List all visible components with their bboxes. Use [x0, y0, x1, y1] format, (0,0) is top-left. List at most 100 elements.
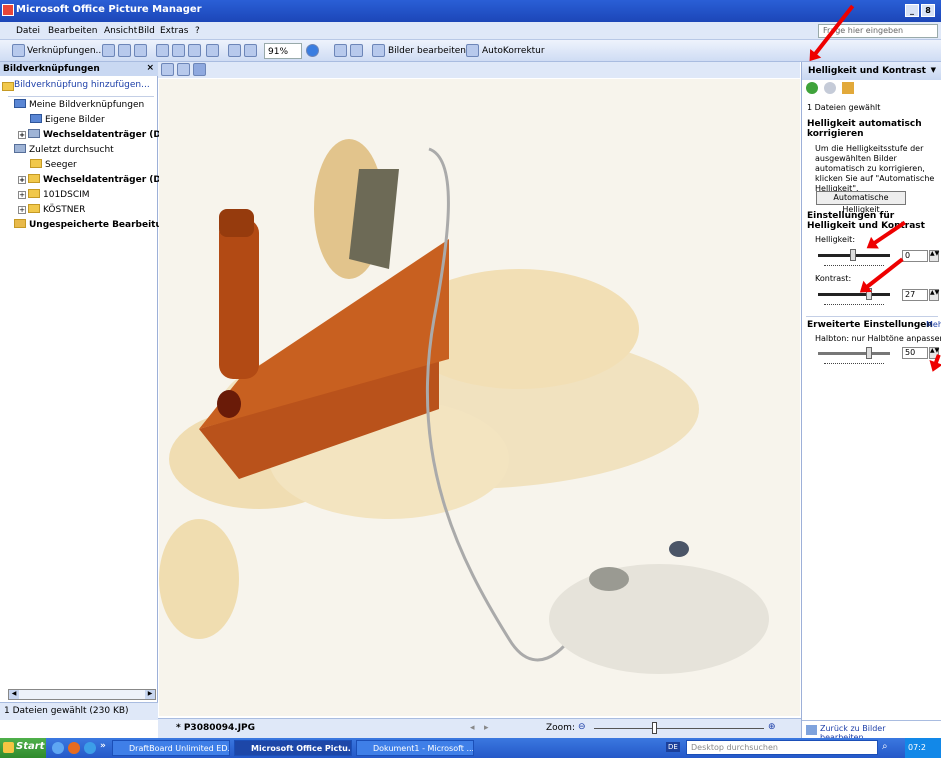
tree-label: Eigene Bilder: [45, 115, 105, 125]
selection-status: 1 Dateien gewählt (230 KB): [0, 702, 158, 720]
menu-bearbeiten[interactable]: Bearbeiten: [48, 26, 97, 36]
horizontal-scrollbar[interactable]: ◀ ▶: [8, 689, 156, 700]
pane-header: Helligkeit und Kontrast ▼: [802, 62, 941, 80]
viewer-status-bar: * P3080094.JPG ◂ ▸ Zoom: ⊖ ⊕: [158, 718, 802, 738]
cut-icon[interactable]: [156, 44, 169, 57]
zoom-slider[interactable]: [594, 722, 764, 734]
shortcuts-button[interactable]: Verknüpfungen...: [27, 43, 104, 59]
minimize-button[interactable]: _: [905, 4, 919, 17]
menu-help[interactable]: ?: [195, 26, 200, 36]
auto-brightness-button[interactable]: Automatische Helligkeit: [816, 191, 906, 214]
print-icon[interactable]: [118, 44, 131, 57]
add-shortcut-link[interactable]: Bildverknüpfung hinzufügen...: [0, 78, 158, 94]
pane-close-button[interactable]: ×: [146, 63, 154, 73]
mail-icon[interactable]: [134, 44, 147, 57]
menu-ansicht[interactable]: Ansicht: [104, 26, 137, 36]
menu-extras[interactable]: Extras: [160, 26, 188, 36]
brightness-input[interactable]: 0: [902, 250, 928, 262]
menu-bild[interactable]: Bild: [138, 26, 155, 36]
delete-icon[interactable]: [206, 44, 219, 57]
brightness-ticks: [824, 265, 884, 267]
search-icon[interactable]: ⌕: [882, 741, 888, 752]
task-picture-manager[interactable]: Microsoft Office Pictu...: [234, 740, 352, 756]
task-word[interactable]: Dokument1 - Microsoft ...: [356, 740, 474, 756]
redo-icon[interactable]: [244, 44, 257, 57]
auto-brightness-description: Um die Helligkeitsstufe der ausgewählten…: [815, 144, 935, 193]
save-icon[interactable]: [102, 44, 115, 57]
midtone-thumb[interactable]: [866, 347, 872, 359]
hand-plane-photo: [159, 79, 800, 716]
tree-item-seeger[interactable]: Seeger: [30, 159, 77, 170]
paste-icon[interactable]: [188, 44, 201, 57]
ie-icon[interactable]: [84, 742, 96, 754]
pane-nav: [806, 82, 866, 94]
expand-icon[interactable]: +: [18, 191, 26, 199]
scroll-left-icon[interactable]: ◀: [9, 690, 19, 699]
midtone-ticks: [824, 363, 884, 365]
rotate-right-icon[interactable]: [350, 44, 363, 57]
menu-datei[interactable]: Datei: [16, 26, 40, 36]
contrast-slider[interactable]: [818, 293, 890, 296]
start-button[interactable]: Start: [0, 738, 46, 758]
back-icon[interactable]: [806, 82, 818, 94]
zoom-select[interactable]: 91%: [264, 43, 302, 59]
task-draftboard[interactable]: DraftBoard Unlimited ED...: [112, 740, 230, 756]
tree-item-koestner[interactable]: + KÖSTNER: [18, 204, 85, 215]
zoom-out-icon[interactable]: ⊖: [578, 722, 586, 732]
tree-item-eigene-bilder[interactable]: Eigene Bilder: [30, 114, 105, 125]
scroll-right-icon[interactable]: ▶: [145, 690, 155, 699]
filmstrip-view-icon[interactable]: [177, 63, 190, 76]
home-icon[interactable]: [842, 82, 854, 94]
copy-icon[interactable]: [172, 44, 185, 57]
pane-dropdown-icon[interactable]: ▼: [931, 66, 936, 74]
desktop-search-input[interactable]: Desktop durchsuchen: [686, 740, 878, 755]
brightness-thumb[interactable]: [850, 249, 856, 261]
quicklaunch-icon[interactable]: [52, 742, 64, 754]
single-view-icon[interactable]: [193, 63, 206, 76]
browser-icon[interactable]: [68, 742, 80, 754]
tree-item-101dscim[interactable]: +101DSCIM: [18, 189, 90, 200]
forward-icon[interactable]: [824, 82, 836, 94]
language-indicator[interactable]: DE: [666, 742, 680, 752]
prev-image-icon[interactable]: ◂: [470, 723, 475, 733]
tree-label: Ungespeicherte Bearbeitung: [29, 220, 175, 230]
rotate-left-icon[interactable]: [334, 44, 347, 57]
more-quicklaunch-icon[interactable]: »: [100, 741, 106, 751]
contrast-input[interactable]: 27: [902, 289, 928, 301]
autocorrect-button[interactable]: AutoKorrektur: [482, 43, 545, 59]
tree-item-removable-drive-2[interactable]: + Wechseldatenträger (D:): [18, 174, 169, 185]
tree-item-unsaved[interactable]: Ungespeicherte Bearbeitung: [14, 219, 175, 230]
expand-icon[interactable]: +: [18, 131, 26, 139]
edit-pictures-icon: [372, 44, 385, 57]
edit-pictures-button[interactable]: Bilder bearbeiten...: [388, 43, 475, 59]
zoom-label: Zoom:: [546, 723, 575, 733]
tree-label: KÖSTNER: [43, 205, 86, 215]
picture-shortcuts-pane: Bildverknüpfungen × Bildverknüpfung hinz…: [0, 62, 175, 720]
help-icon[interactable]: [306, 44, 319, 57]
contrast-spinner[interactable]: ▲▼: [929, 289, 939, 301]
tree-item-removable-drive-1[interactable]: + Wechseldatenträger (D:): [18, 129, 169, 140]
more-link[interactable]: Mehr: [926, 320, 941, 330]
tree-item-recent[interactable]: Zuletzt durchsucht: [14, 144, 114, 155]
windows-logo-icon: [3, 742, 14, 753]
next-image-icon[interactable]: ▸: [484, 723, 489, 733]
brightness-spinner[interactable]: ▲▼: [929, 250, 939, 262]
back-to-edit-link[interactable]: Zurück zu Bilder bearbeiten: [802, 720, 941, 742]
brightness-contrast-pane: Helligkeit und Kontrast ▼ 1 Dateien gewä…: [801, 62, 941, 742]
tree-label: Zuletzt durchsucht: [29, 145, 114, 155]
undo-icon[interactable]: [228, 44, 241, 57]
toolbar: Verknüpfungen... 91% Bilder bearbeiten..…: [0, 40, 941, 62]
midtone-slider[interactable]: [818, 352, 890, 355]
midtone-input[interactable]: 50: [902, 347, 928, 359]
maximize-button[interactable]: 8: [921, 4, 935, 17]
expand-icon[interactable]: +: [18, 176, 26, 184]
thumbnail-view-icon[interactable]: [161, 63, 174, 76]
tree-item-my-shortcuts[interactable]: Meine Bildverknüpfungen: [14, 99, 144, 110]
brightness-label: Helligkeit:: [815, 235, 856, 244]
tree-label: Wechseldatenträger (D:): [43, 175, 169, 185]
zoom-slider-thumb[interactable]: [651, 722, 657, 734]
system-tray: 07:2: [905, 738, 941, 758]
view-toolbar: [158, 62, 800, 78]
zoom-in-icon[interactable]: ⊕: [768, 722, 776, 732]
expand-icon[interactable]: +: [18, 206, 26, 214]
